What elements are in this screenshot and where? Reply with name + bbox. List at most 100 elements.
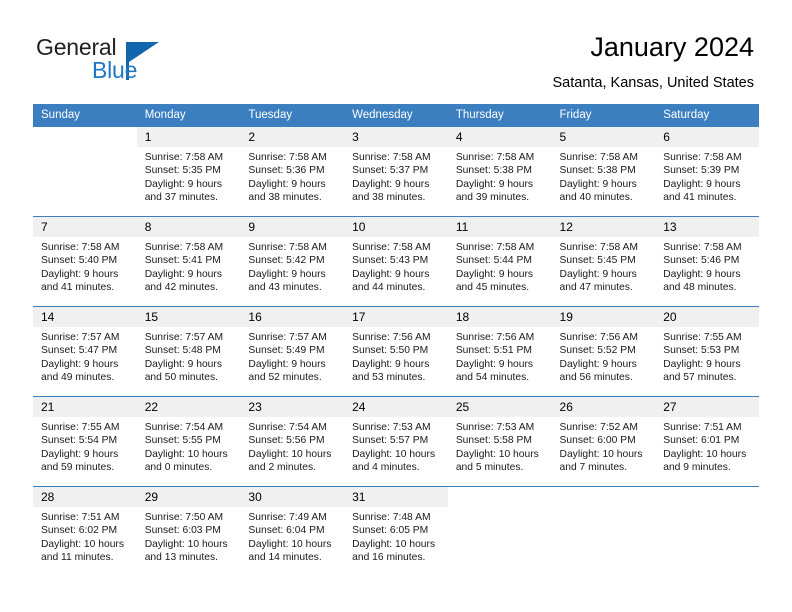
- calendar-day-cell[interactable]: 5 Sunrise: 7:58 AM Sunset: 5:38 PM Daylig…: [551, 126, 656, 217]
- day-number: [447, 487, 552, 507]
- day-number: 12: [551, 217, 656, 237]
- day-number: 4: [447, 127, 552, 147]
- day-number: 6: [655, 127, 759, 147]
- calendar-day-cell[interactable]: 25 Sunrise: 7:53 AM Sunset: 5:58 PM Dayli…: [447, 396, 552, 487]
- brand-name-blue: Blue: [92, 57, 138, 83]
- day-sun-info: Sunrise: 7:52 AM Sunset: 6:00 PM Dayligh…: [559, 422, 643, 474]
- calendar-body: 1 Sunrise: 7:58 AM Sunset: 5:35 PM Daylig…: [33, 126, 759, 576]
- calendar-day-cell[interactable]: 15 Sunrise: 7:57 AM Sunset: 5:48 PM Dayli…: [136, 306, 241, 397]
- day-sun-info: Sunrise: 7:58 AM Sunset: 5:43 PM Dayligh…: [352, 242, 431, 294]
- day-number: 21: [33, 397, 137, 417]
- calendar-day-cell[interactable]: 22 Sunrise: 7:54 AM Sunset: 5:55 PM Dayli…: [136, 396, 241, 487]
- calendar-day-cell[interactable]: 29 Sunrise: 7:50 AM Sunset: 6:03 PM Dayli…: [136, 486, 241, 576]
- calendar-day-cell[interactable]: 10 Sunrise: 7:58 AM Sunset: 5:43 PM Dayli…: [344, 216, 448, 307]
- day-sun-info: Sunrise: 7:50 AM Sunset: 6:03 PM Dayligh…: [144, 512, 228, 564]
- calendar-week-row: 14 Sunrise: 7:57 AM Sunset: 5:47 PM Dayli…: [33, 306, 759, 397]
- day-number: 11: [447, 217, 552, 237]
- calendar-day-cell[interactable]: 1 Sunrise: 7:58 AM Sunset: 5:35 PM Daylig…: [136, 126, 241, 217]
- day-sun-info: Sunrise: 7:53 AM Sunset: 5:57 PM Dayligh…: [352, 422, 436, 474]
- weekday-header-row: Sunday Monday Tuesday Wednesday Thursday…: [33, 104, 759, 127]
- calendar-day-cell[interactable]: 19 Sunrise: 7:56 AM Sunset: 5:52 PM Dayli…: [551, 306, 656, 397]
- day-sun-info: [448, 507, 552, 511]
- calendar-day-cell[interactable]: 14 Sunrise: 7:57 AM Sunset: 5:47 PM Dayli…: [33, 306, 137, 397]
- day-number: 10: [344, 217, 448, 237]
- calendar-day-cell[interactable]: 8 Sunrise: 7:58 AM Sunset: 5:41 PM Daylig…: [136, 216, 241, 307]
- page-subtitle-location: Satanta, Kansas, United States: [552, 75, 754, 91]
- day-sun-info: Sunrise: 7:51 AM Sunset: 6:02 PM Dayligh…: [41, 512, 124, 564]
- day-number: 15: [136, 307, 241, 327]
- day-number: [33, 127, 137, 147]
- calendar-grid: Sunday Monday Tuesday Wednesday Thursday…: [33, 104, 759, 576]
- day-number: 23: [240, 397, 345, 417]
- calendar-day-cell[interactable]: 23 Sunrise: 7:54 AM Sunset: 5:56 PM Dayli…: [240, 396, 345, 487]
- calendar-day-cell[interactable]: 12 Sunrise: 7:58 AM Sunset: 5:45 PM Dayli…: [551, 216, 656, 307]
- calendar-week-row: 28 Sunrise: 7:51 AM Sunset: 6:02 PM Dayli…: [33, 486, 759, 576]
- day-sun-info: Sunrise: 7:58 AM Sunset: 5:42 PM Dayligh…: [248, 242, 327, 294]
- day-sun-info: Sunrise: 7:51 AM Sunset: 6:01 PM Dayligh…: [663, 422, 747, 474]
- day-sun-info: Sunrise: 7:58 AM Sunset: 5:46 PM Dayligh…: [663, 242, 742, 294]
- weekday-header-thursday: Thursday: [447, 104, 552, 127]
- calendar-day-cell[interactable]: 11 Sunrise: 7:58 AM Sunset: 5:44 PM Dayli…: [447, 216, 552, 307]
- day-number: 7: [33, 217, 137, 237]
- day-sun-info: Sunrise: 7:58 AM Sunset: 5:44 PM Dayligh…: [455, 242, 535, 294]
- day-number: 19: [551, 307, 656, 327]
- calendar-day-cell[interactable]: 28 Sunrise: 7:51 AM Sunset: 6:02 PM Dayli…: [33, 486, 137, 576]
- calendar-week-row: 21 Sunrise: 7:55 AM Sunset: 5:54 PM Dayli…: [33, 396, 759, 487]
- calendar-day-cell[interactable]: 6 Sunrise: 7:58 AM Sunset: 5:39 PM Daylig…: [655, 126, 759, 217]
- day-sun-info: [655, 507, 759, 511]
- calendar-day-cell[interactable]: 17 Sunrise: 7:56 AM Sunset: 5:50 PM Dayli…: [344, 306, 448, 397]
- day-number: 5: [551, 127, 656, 147]
- calendar-day-cell[interactable]: 18 Sunrise: 7:56 AM Sunset: 5:51 PM Dayli…: [447, 306, 552, 397]
- calendar-day-cell[interactable]: 2 Sunrise: 7:58 AM Sunset: 5:36 PM Daylig…: [240, 126, 345, 217]
- day-number: 28: [33, 487, 137, 507]
- calendar-day-cell-empty: [655, 486, 759, 576]
- page-title: January 2024: [590, 32, 754, 62]
- day-sun-info: Sunrise: 7:56 AM Sunset: 5:51 PM Dayligh…: [455, 332, 535, 384]
- day-sun-info: Sunrise: 7:57 AM Sunset: 5:48 PM Dayligh…: [144, 332, 224, 384]
- brand-logo[interactable]: General Blue: [36, 34, 206, 86]
- day-sun-info: Sunrise: 7:58 AM Sunset: 5:41 PM Dayligh…: [144, 242, 224, 294]
- calendar-day-cell[interactable]: 4 Sunrise: 7:58 AM Sunset: 5:38 PM Daylig…: [447, 126, 552, 217]
- day-sun-info: [552, 507, 656, 511]
- calendar-day-cell[interactable]: 7 Sunrise: 7:58 AM Sunset: 5:40 PM Daylig…: [33, 216, 137, 307]
- calendar-day-cell-empty: [447, 486, 552, 576]
- calendar-day-cell[interactable]: 16 Sunrise: 7:57 AM Sunset: 5:49 PM Dayli…: [240, 306, 345, 397]
- day-number: 8: [136, 217, 241, 237]
- day-number: [551, 487, 656, 507]
- weekday-header-friday: Friday: [551, 104, 656, 127]
- day-sun-info: Sunrise: 7:57 AM Sunset: 5:47 PM Dayligh…: [41, 332, 120, 384]
- day-number: 14: [33, 307, 137, 327]
- weekday-header-tuesday: Tuesday: [240, 104, 345, 127]
- weekday-header-wednesday: Wednesday: [344, 104, 448, 127]
- calendar-day-cell[interactable]: 31 Sunrise: 7:48 AM Sunset: 6:05 PM Dayli…: [344, 486, 448, 576]
- day-number: 29: [136, 487, 241, 507]
- calendar-day-cell[interactable]: 24 Sunrise: 7:53 AM Sunset: 5:57 PM Dayli…: [344, 396, 448, 487]
- day-number: 30: [240, 487, 345, 507]
- calendar-day-cell[interactable]: 21 Sunrise: 7:55 AM Sunset: 5:54 PM Dayli…: [33, 396, 137, 487]
- calendar-day-cell[interactable]: 3 Sunrise: 7:58 AM Sunset: 5:37 PM Daylig…: [344, 126, 448, 217]
- calendar-week-row: 1 Sunrise: 7:58 AM Sunset: 5:35 PM Daylig…: [33, 126, 759, 217]
- calendar-day-cell[interactable]: 9 Sunrise: 7:58 AM Sunset: 5:42 PM Daylig…: [240, 216, 345, 307]
- day-sun-info: Sunrise: 7:58 AM Sunset: 5:45 PM Dayligh…: [559, 242, 638, 294]
- calendar-day-cell[interactable]: 20 Sunrise: 7:55 AM Sunset: 5:53 PM Dayli…: [655, 306, 759, 397]
- calendar-day-cell[interactable]: 27 Sunrise: 7:51 AM Sunset: 6:01 PM Dayli…: [655, 396, 759, 487]
- day-number: 20: [655, 307, 759, 327]
- day-sun-info: [33, 147, 137, 151]
- calendar-day-cell[interactable]: 13 Sunrise: 7:58 AM Sunset: 5:46 PM Dayli…: [655, 216, 759, 307]
- calendar-day-cell[interactable]: 30 Sunrise: 7:49 AM Sunset: 6:04 PM Dayli…: [240, 486, 345, 576]
- day-number: 26: [551, 397, 656, 417]
- day-sun-info: Sunrise: 7:56 AM Sunset: 5:50 PM Dayligh…: [352, 332, 431, 384]
- day-number: 27: [655, 397, 759, 417]
- day-sun-info: Sunrise: 7:55 AM Sunset: 5:54 PM Dayligh…: [41, 422, 120, 474]
- day-number: 9: [240, 217, 345, 237]
- weekday-header-saturday: Saturday: [655, 104, 759, 127]
- calendar-day-cell[interactable]: 26 Sunrise: 7:52 AM Sunset: 6:00 PM Dayli…: [551, 396, 656, 487]
- day-sun-info: Sunrise: 7:55 AM Sunset: 5:53 PM Dayligh…: [663, 332, 742, 384]
- day-sun-info: Sunrise: 7:58 AM Sunset: 5:35 PM Dayligh…: [144, 152, 224, 204]
- day-sun-info: Sunrise: 7:54 AM Sunset: 5:56 PM Dayligh…: [248, 422, 332, 474]
- day-number: 25: [447, 397, 552, 417]
- day-number: 16: [240, 307, 345, 327]
- weekday-header-sunday: Sunday: [33, 104, 137, 127]
- day-number: [655, 487, 759, 507]
- day-number: 17: [344, 307, 448, 327]
